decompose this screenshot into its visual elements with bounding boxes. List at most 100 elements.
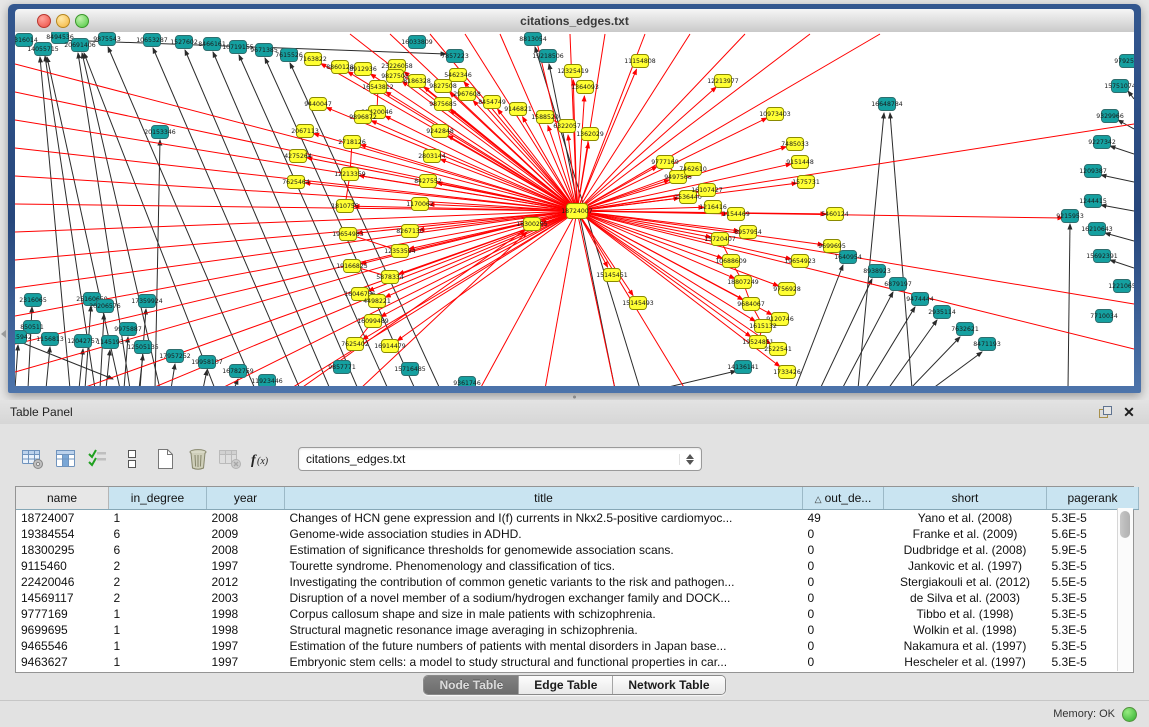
create-column-button[interactable]: [150, 446, 180, 472]
float-panel-button[interactable]: [1095, 403, 1115, 421]
table-row[interactable]: 977716911998Corpus callosum shape and si…: [16, 606, 1139, 622]
graph-node[interactable]: 17359924: [131, 295, 163, 308]
graph-node[interactable]: 15145451: [596, 269, 628, 282]
graph-node[interactable]: 9474444: [906, 293, 934, 306]
table-row[interactable]: 1456911722003Disruption of a novel membe…: [16, 590, 1139, 606]
minimize-window-button[interactable]: [56, 14, 70, 28]
graph-node[interactable]: 2718126: [338, 136, 366, 149]
table-selector-dropdown[interactable]: citations_edges.txt: [298, 447, 702, 471]
graph-node[interactable]: 9215953: [1056, 210, 1084, 223]
close-window-button[interactable]: [37, 14, 51, 28]
graph-node[interactable]: 9151448: [786, 156, 814, 169]
graph-node[interactable]: 9361746: [453, 377, 481, 387]
graph-node[interactable]: 1527602: [170, 36, 198, 49]
graph-node[interactable]: 8813054: [519, 33, 547, 46]
graph-node[interactable]: 7710034: [1090, 310, 1118, 323]
zoom-window-button[interactable]: [75, 14, 89, 28]
column-settings-button[interactable]: [18, 446, 48, 472]
graph-node[interactable]: 1221065: [1108, 280, 1134, 293]
graph-node[interactable]: 7625464: [282, 176, 310, 189]
graph-node[interactable]: 12042757: [67, 335, 99, 348]
graph-node[interactable]: 7857223: [441, 50, 469, 63]
graph-node[interactable]: 1156813: [36, 333, 64, 346]
graph-node[interactable]: 16648784: [871, 98, 903, 111]
graph-node[interactable]: 10653287: [136, 34, 168, 47]
table-row[interactable]: 1830029562008Estimation of significance …: [16, 542, 1139, 558]
graph-node[interactable]: 11923446: [251, 375, 283, 387]
tab-edge-table[interactable]: Edge Table: [518, 676, 612, 694]
graph-node[interactable]: 19218506: [532, 50, 564, 63]
graph-node[interactable]: 20153346: [144, 126, 176, 139]
tab-node-table[interactable]: Node Table: [424, 676, 518, 694]
graph-node[interactable]: 9975887: [114, 323, 142, 336]
graph-node[interactable]: 7625402: [341, 338, 369, 351]
table-vertical-scrollbar[interactable]: [1117, 508, 1133, 671]
graph-node[interactable]: 12325419: [557, 65, 589, 78]
column-header-in-degree[interactable]: in_degree: [109, 487, 207, 510]
network-canvas[interactable]: 1872400723160148494536140557152069140698…: [15, 32, 1134, 386]
function-builder-button[interactable]: f (x): [249, 446, 279, 472]
graph-node[interactable]: 12505135: [127, 341, 159, 354]
graph-node[interactable]: 19654923: [784, 255, 816, 268]
panel-divider[interactable]: [0, 393, 1149, 400]
graph-node[interactable]: 10688609: [715, 255, 747, 268]
graph-node[interactable]: 10973403: [759, 108, 791, 121]
graph-node[interactable]: 7632621: [951, 323, 979, 336]
delete-column-button[interactable]: [183, 446, 213, 472]
graph-node[interactable]: 15145493: [622, 297, 654, 310]
graph-node[interactable]: 9671385: [250, 44, 278, 57]
delete-table-button[interactable]: [216, 446, 246, 472]
graph-node[interactable]: 9875543: [93, 33, 121, 46]
table-row[interactable]: 946362711997Embryonic stem cells: a mode…: [16, 654, 1139, 670]
column-header-title[interactable]: title: [285, 487, 803, 510]
collapse-panel-arrow-icon[interactable]: [1, 330, 6, 338]
graph-node[interactable]: 8938923: [863, 265, 891, 278]
graph-node[interactable]: 7485033: [781, 138, 809, 151]
graph-node[interactable]: 2935114: [928, 306, 956, 319]
scrollbar-thumb[interactable]: [1120, 511, 1130, 538]
table-row[interactable]: 911546021997Tourette syndrome. Phenomeno…: [16, 558, 1139, 574]
column-header-out-de-[interactable]: △out_de...: [803, 487, 884, 510]
graph-node[interactable]: 1733426: [773, 366, 801, 379]
graph-node[interactable]: 16099489: [357, 315, 389, 328]
graph-node[interactable]: 5460124: [821, 208, 849, 221]
close-panel-button[interactable]: ✕: [1119, 403, 1139, 421]
graph-node[interactable]: 8471193: [973, 338, 1001, 351]
column-header-year[interactable]: year: [207, 487, 285, 510]
show-columns-button[interactable]: [51, 446, 81, 472]
table-row[interactable]: 1872400712008Changes of HCN gene express…: [16, 510, 1139, 527]
graph-node[interactable]: 2067113: [291, 125, 319, 138]
graph-node[interactable]: 19958107: [191, 356, 223, 369]
graph-node[interactable]: 19654983: [332, 228, 364, 241]
graph-node[interactable]: 2316065: [19, 294, 47, 307]
graph-node[interactable]: 9792518: [1114, 55, 1134, 68]
table-row[interactable]: 2242004622012Investigating the contribut…: [16, 574, 1139, 590]
table-row[interactable]: 969969511998Structural magnetic resonanc…: [16, 622, 1139, 638]
column-header-name[interactable]: name: [16, 487, 109, 510]
graph-node[interactable]: 16033809: [401, 36, 433, 49]
column-header-pagerank[interactable]: pagerank: [1047, 487, 1139, 510]
graph-node[interactable]: 9777169: [651, 156, 679, 169]
network-view[interactable]: 1872400723160148494536140557152069140698…: [15, 32, 1134, 386]
graph-node[interactable]: 1364093: [571, 81, 599, 94]
row-height-button[interactable]: [117, 446, 147, 472]
select-mode-button[interactable]: [84, 446, 114, 472]
graph-node[interactable]: 10719155: [222, 41, 254, 54]
graph-node[interactable]: 11154808: [624, 55, 656, 68]
graph-node[interactable]: 15751074: [1104, 80, 1134, 93]
window-titlebar[interactable]: citations_edges.txt: [15, 9, 1134, 33]
tab-network-table[interactable]: Network Table: [612, 676, 724, 694]
graph-node[interactable]: 1575731: [792, 176, 820, 189]
graph-node[interactable]: 8957954: [734, 226, 762, 239]
graph-node[interactable]: 1810755: [331, 200, 359, 213]
graph-node[interactable]: 9756928: [773, 283, 801, 296]
table-row[interactable]: 946554611997Estimation of the future num…: [16, 638, 1139, 654]
graph-node[interactable]: 1145193: [96, 336, 124, 349]
graph-node[interactable]: 15716485: [394, 363, 426, 376]
graph-node[interactable]: 9440047: [304, 98, 332, 111]
graph-node[interactable]: 12213977: [707, 75, 739, 88]
column-header-short[interactable]: short: [884, 487, 1047, 510]
table-row[interactable]: 1938455462009Genome-wide association stu…: [16, 526, 1139, 542]
graph-node[interactable]: 7163822: [299, 53, 327, 66]
graph-node[interactable]: 9146821: [504, 103, 532, 116]
